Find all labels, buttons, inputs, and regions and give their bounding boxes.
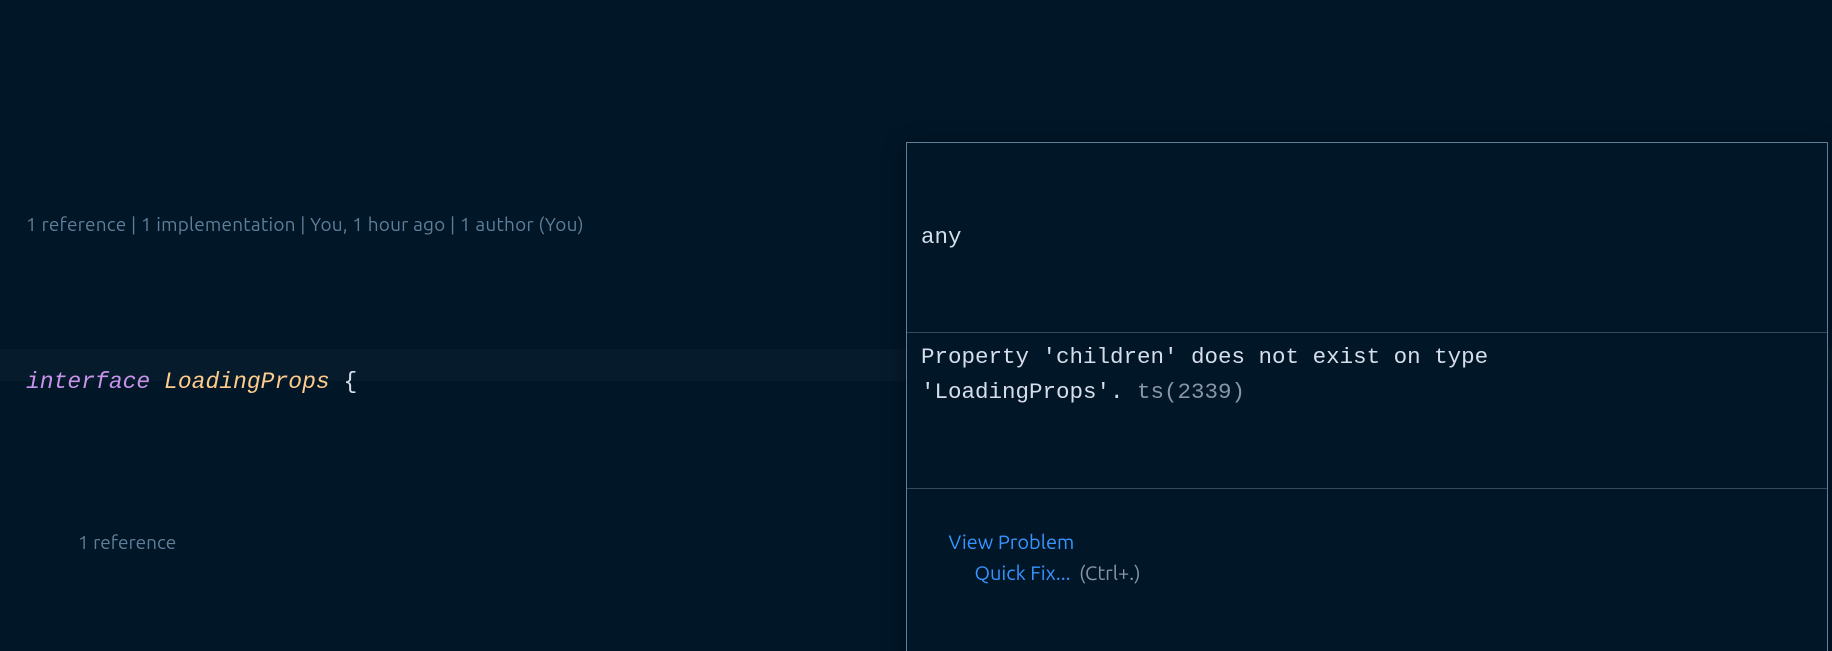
view-problem-link[interactable]: View Problem [948,530,1074,553]
hover-type-info: any [907,213,1827,263]
code-editor[interactable]: 1 reference | 1 implementation | You, 1 … [0,0,1832,651]
hover-actions: View Problem Quick Fix... (Ctrl+.) [907,488,1827,627]
codelens-noheader[interactable]: 1 reference [78,531,176,553]
quick-fix-shortcut: (Ctrl+.) [1079,561,1140,584]
ts-error-code: ts(2339) [1137,379,1245,405]
hover-tooltip[interactable]: any Property 'children' does not exist o… [906,142,1828,651]
hover-message: Property 'children' does not exist on ty… [907,332,1827,418]
quick-fix-link[interactable]: Quick Fix... (Ctrl+.) [974,561,1140,584]
